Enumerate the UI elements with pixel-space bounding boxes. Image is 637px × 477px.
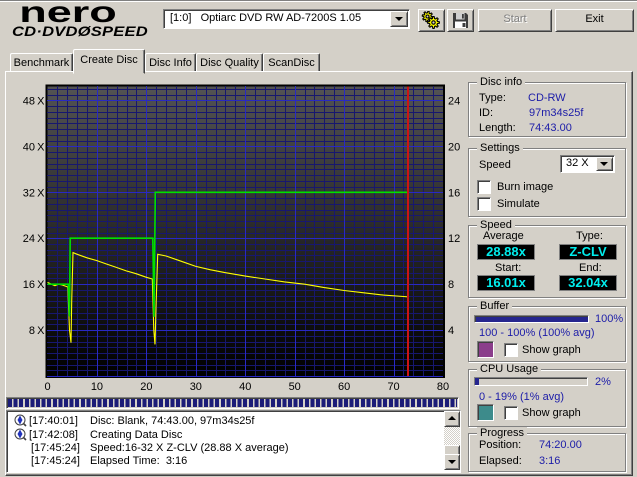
svg-text:30: 30 (190, 381, 202, 393)
svg-text:16: 16 (448, 187, 460, 199)
svg-text:60: 60 (338, 381, 350, 393)
svg-text:12: 12 (448, 233, 460, 245)
svg-text:70: 70 (387, 381, 399, 393)
svg-text:20: 20 (448, 141, 460, 153)
svg-text:40: 40 (239, 381, 251, 393)
svg-text:16 X: 16 X (23, 279, 45, 291)
svg-text:40 X: 40 X (23, 141, 45, 153)
svg-text:0: 0 (44, 381, 50, 393)
svg-text:80: 80 (437, 381, 449, 393)
svg-text:50: 50 (289, 381, 301, 393)
svg-text:32 X: 32 X (23, 187, 45, 199)
svg-text:10: 10 (91, 381, 103, 393)
svg-text:24 X: 24 X (23, 233, 45, 245)
svg-text:20: 20 (140, 381, 152, 393)
svg-text:24: 24 (448, 95, 460, 107)
svg-text:48 X: 48 X (23, 95, 45, 107)
svg-text:4: 4 (448, 325, 454, 337)
svg-text:8 X: 8 X (29, 325, 45, 337)
svg-text:8: 8 (448, 279, 454, 291)
